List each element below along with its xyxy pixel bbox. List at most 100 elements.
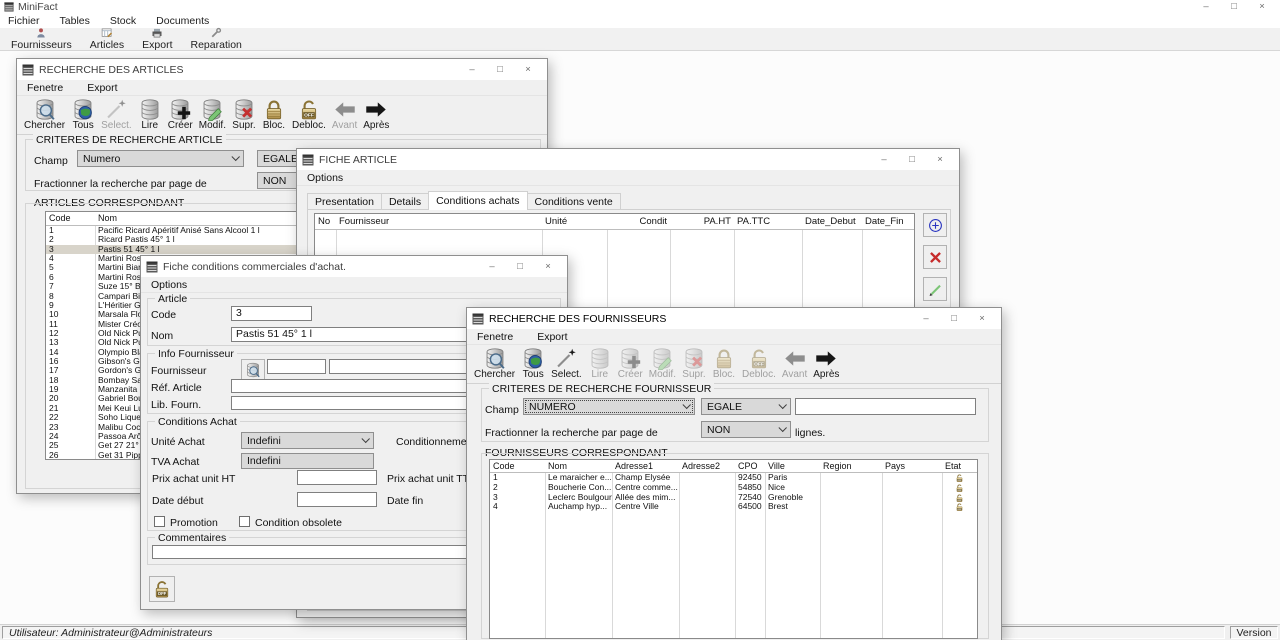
column-header[interactable]: Nom	[545, 460, 612, 472]
price-ht-field[interactable]	[297, 470, 377, 485]
toolbar-button[interactable]: Tous	[68, 98, 98, 133]
menu-item[interactable]: Export	[83, 82, 121, 94]
toolbar-button[interactable]: Select.	[98, 98, 135, 133]
column-header[interactable]: Etat	[942, 460, 977, 472]
menu-item[interactable]: Tables	[56, 15, 98, 27]
vat-select[interactable]: Indefini	[241, 453, 374, 469]
close-button[interactable]: ×	[968, 312, 996, 326]
menu-item[interactable]: Documents	[152, 15, 217, 27]
minimize-button[interactable]: –	[478, 260, 506, 274]
tab[interactable]: Presentation	[307, 193, 382, 210]
edit-row-button[interactable]	[923, 277, 947, 301]
supplier-row[interactable]: 4 Auchamp hyp... Centre Ville 64500 Bres…	[490, 502, 977, 512]
minimize-button[interactable]: –	[458, 63, 486, 77]
main-toolbar-button[interactable]: Export	[133, 27, 181, 51]
column-header[interactable]: No	[315, 214, 336, 229]
obsolete-checkbox[interactable]	[239, 516, 250, 527]
purchase-unit-select[interactable]: Indefini	[241, 432, 374, 449]
paging-select[interactable]: NON	[701, 421, 791, 438]
code-field[interactable]: 3	[231, 306, 312, 321]
menu-item[interactable]: Fichier	[4, 15, 48, 27]
toolbar-button[interactable]: Modif.	[196, 98, 229, 133]
window-titlebar[interactable]: FICHE ARTICLE – □ ×	[297, 149, 959, 170]
menu-item[interactable]: Export	[533, 331, 571, 343]
search-value-field[interactable]	[795, 398, 976, 415]
menu-item[interactable]: Options	[147, 279, 191, 291]
suppliers-table[interactable]: CodeNomAdresse1Adresse2CPOVilleRegionPay…	[489, 459, 978, 639]
toolbar-button[interactable]: Supr.	[679, 347, 709, 382]
toolbar-button[interactable]: Créer	[615, 347, 646, 382]
maximize-button[interactable]: □	[506, 260, 534, 274]
promotion-checkbox[interactable]	[154, 516, 165, 527]
unlock-button[interactable]	[149, 576, 175, 602]
column-header[interactable]: Fournisseur	[336, 214, 542, 229]
toolbar-button[interactable]: Debloc.	[289, 98, 329, 133]
minimize-button[interactable]: –	[1192, 0, 1220, 14]
toolbar-button[interactable]: Chercher	[471, 347, 518, 382]
menu-item[interactable]: Fenetre	[23, 82, 67, 94]
maximize-button[interactable]: □	[898, 153, 926, 167]
main-toolbar-button[interactable]: Articles	[81, 27, 133, 51]
column-header[interactable]: PA.TTC	[734, 214, 802, 229]
column-header[interactable]: Date_Fin	[862, 214, 914, 229]
column-header[interactable]: Condit	[607, 214, 670, 229]
column-header[interactable]: CPO	[735, 460, 765, 472]
champ-select[interactable]: NUMERO	[523, 398, 695, 415]
close-button[interactable]: ×	[1248, 0, 1276, 14]
toolbar-button[interactable]: Select.	[548, 347, 585, 382]
main-toolbar-button[interactable]: Fournisseurs	[2, 27, 81, 51]
close-button[interactable]: ×	[534, 260, 562, 274]
toolbar-button[interactable]: Debloc.	[739, 347, 779, 382]
supplier-lookup-button[interactable]	[241, 359, 265, 380]
toolbar-button[interactable]: Bloc.	[709, 347, 739, 382]
supplier-row[interactable]: 2 Boucherie Con... Centre comme... 54850…	[490, 483, 977, 493]
column-header[interactable]: Code	[46, 212, 95, 225]
delete-row-button[interactable]	[923, 245, 947, 269]
operator-select[interactable]: EGALE	[701, 398, 791, 415]
maximize-button[interactable]: □	[940, 312, 968, 326]
supplier-row[interactable]: 3 Leclerc Boulgour Allée des mim... 7254…	[490, 493, 977, 503]
date-start-field[interactable]	[297, 492, 377, 507]
supplier-row[interactable]: 1 Le maraicher e... Champ Elysée 92450 P…	[490, 473, 977, 483]
toolbar-button[interactable]: Créer	[165, 98, 196, 133]
window-titlebar[interactable]: Fiche conditions commerciales d'achat. –…	[141, 256, 567, 277]
add-row-button[interactable]	[923, 213, 947, 237]
column-header[interactable]: Pays	[882, 460, 942, 472]
menu-item[interactable]: Options	[303, 172, 347, 184]
menu-item[interactable]: Stock	[106, 15, 144, 27]
toolbar-button[interactable]: Modif.	[646, 347, 679, 382]
restore-button[interactable]: □	[1220, 0, 1248, 14]
column-header[interactable]: Date_Debut	[802, 214, 862, 229]
minimize-button[interactable]: –	[912, 312, 940, 326]
toolbar-button[interactable]: Avant	[329, 98, 360, 133]
toolbar-button[interactable]: Tous	[518, 347, 548, 382]
column-header[interactable]: Region	[820, 460, 882, 472]
close-button[interactable]: ×	[926, 153, 954, 167]
tab[interactable]: Conditions achats	[428, 191, 527, 210]
toolbar-button[interactable]: Après	[810, 347, 842, 382]
tab[interactable]: Conditions vente	[527, 193, 621, 210]
column-header[interactable]: Unité	[542, 214, 607, 229]
toolbar-button[interactable]: Après	[360, 98, 392, 133]
toolbar-button[interactable]: Bloc.	[259, 98, 289, 133]
close-button[interactable]: ×	[514, 63, 542, 77]
window-titlebar[interactable]: RECHERCHE DES FOURNISSEURS – □ ×	[467, 308, 1001, 329]
champ-select[interactable]: Numero	[77, 150, 244, 167]
menu-item[interactable]: Fenetre	[473, 331, 517, 343]
toolbar-button[interactable]: Lire	[585, 347, 615, 382]
toolbar-button[interactable]: Lire	[135, 98, 165, 133]
main-toolbar-button[interactable]: Reparation	[182, 27, 251, 51]
column-header[interactable]: Code	[490, 460, 545, 472]
tab[interactable]: Details	[381, 193, 429, 210]
minimize-button[interactable]: –	[870, 153, 898, 167]
maximize-button[interactable]: □	[486, 63, 514, 77]
column-header[interactable]: PA.HT	[670, 214, 734, 229]
column-header[interactable]: Adresse2	[679, 460, 735, 472]
supplier-code-field[interactable]	[267, 359, 326, 374]
window-titlebar[interactable]: RECHERCHE DES ARTICLES – □ ×	[17, 59, 547, 80]
toolbar-button[interactable]: Avant	[779, 347, 810, 382]
toolbar-button[interactable]: Supr.	[229, 98, 259, 133]
toolbar-button[interactable]: Chercher	[21, 98, 68, 133]
column-header[interactable]: Ville	[765, 460, 820, 472]
column-header[interactable]: Adresse1	[612, 460, 679, 472]
